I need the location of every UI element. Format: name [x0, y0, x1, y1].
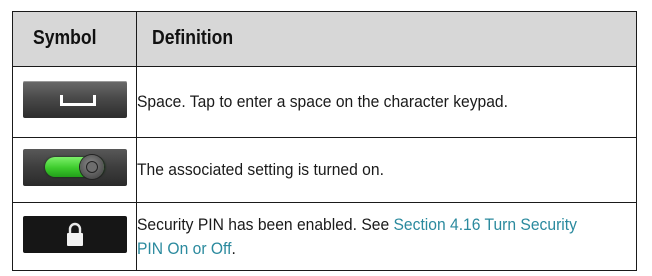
- table-row: Space. Tap to enter a space on the chara…: [12, 65, 637, 138]
- header-symbol-label: Symbol: [33, 27, 97, 50]
- definition-cell: Security PIN has been enabled. See Secti…: [136, 202, 637, 271]
- header-definition-label: Definition: [152, 27, 234, 50]
- symbol-definition-table: Symbol Definition Space. Tap to enter a …: [12, 11, 637, 271]
- definition-text: The associated setting is turned on.: [137, 160, 384, 180]
- symbol-cell: [12, 65, 137, 138]
- table-row: The associated setting is turned on.: [12, 136, 637, 204]
- definition-text-after: .: [231, 238, 236, 258]
- definition-text: Security PIN has been enabled. See Secti…: [137, 213, 596, 261]
- toggle-on-icon: [22, 149, 127, 187]
- symbol-cell: [12, 202, 137, 271]
- symbol-cell: [12, 136, 137, 204]
- space-key-icon: [22, 80, 127, 118]
- definition-text-before: Security PIN has been enabled. See: [137, 214, 394, 234]
- header-definition: Definition: [136, 11, 637, 67]
- lock-icon: [22, 215, 127, 253]
- table-row: Security PIN has been enabled. See Secti…: [12, 202, 637, 271]
- definition-cell: Space. Tap to enter a space on the chara…: [136, 65, 637, 138]
- definition-text: Space. Tap to enter a space on the chara…: [137, 91, 508, 111]
- header-symbol: Symbol: [12, 11, 137, 67]
- definition-cell: The associated setting is turned on.: [136, 136, 637, 204]
- table-header-row: Symbol Definition: [12, 11, 637, 67]
